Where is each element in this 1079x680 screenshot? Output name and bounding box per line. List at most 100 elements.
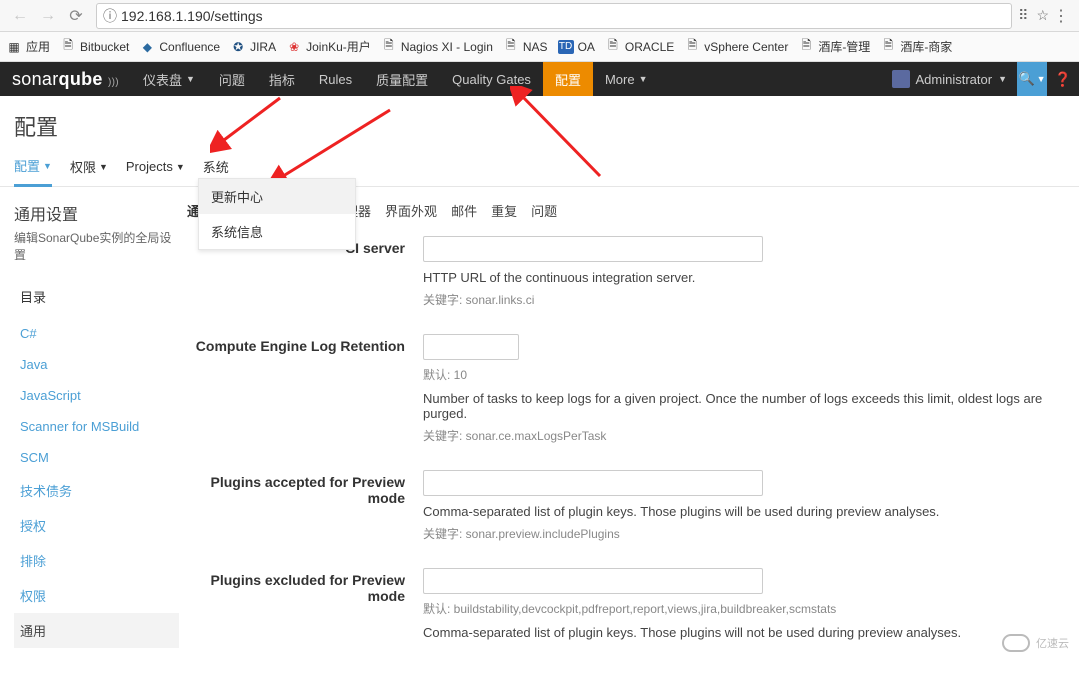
category-item[interactable]: 排除: [14, 543, 179, 578]
chevron-down-icon: ▼: [43, 161, 52, 171]
help-button[interactable]: ❓: [1047, 71, 1079, 88]
category-item[interactable]: 权限: [14, 578, 179, 613]
field-desc: Comma-separated list of plugin keys. Tho…: [423, 625, 1065, 640]
chevron-down-icon: ▼: [639, 74, 648, 84]
nav-admin[interactable]: 配置: [543, 62, 593, 96]
sonarqube-logo[interactable]: sonarqube ))): [0, 69, 131, 90]
nav-profiles[interactable]: 质量配置: [364, 62, 440, 96]
cloud-icon: [1002, 634, 1030, 652]
section-title: 通用设置: [14, 201, 179, 225]
page-icon: 🗎: [880, 39, 896, 55]
address-bar[interactable]: ⓘ 192.168.1.190/settings: [96, 3, 1012, 29]
field-default: 默认: 10: [423, 366, 1065, 383]
bookmark-item[interactable]: TDOA: [558, 40, 595, 54]
chevron-down-icon: ▼: [186, 74, 195, 84]
field-log-retention: Compute Engine Log Retention 默认: 10 Numb…: [187, 334, 1065, 444]
apps-button[interactable]: ▦应用: [6, 38, 50, 55]
sidebar: 通用设置 编辑SonarQube实例的全局设置 目录 C#JavaJavaScr…: [14, 201, 179, 666]
nav-more[interactable]: More▼: [593, 62, 660, 96]
nav-dashboard[interactable]: 仪表盘▼: [131, 62, 207, 96]
system-dropdown: 更新中心 系统信息: [198, 178, 356, 250]
bookmark-item[interactable]: 🗎Nagios XI - Login: [381, 39, 493, 55]
chevron-down-icon: ▼: [176, 162, 185, 172]
info-icon: ⓘ: [103, 6, 117, 26]
browser-toolbar: ← → ⟳ ⓘ 192.168.1.190/settings ⠿ ☆ ⋮: [0, 0, 1079, 32]
category-item[interactable]: 授权: [14, 508, 179, 543]
category-item[interactable]: Java: [14, 349, 179, 380]
field-key: 关键字: sonar.preview.includePlugins: [423, 525, 1065, 542]
field-plugins-exclude: Plugins excluded for Preview mode 默认: bu…: [187, 568, 1065, 640]
page-icon: 🗎: [798, 39, 814, 55]
url-text: 192.168.1.190/settings: [121, 8, 263, 24]
category-item[interactable]: SCM: [14, 442, 179, 473]
bookmarks-bar: ▦应用 🗎Bitbucket ◆Confluence ✪JIRA ❀JoinKu…: [0, 32, 1079, 62]
translate-icon[interactable]: ⠿: [1018, 7, 1028, 24]
bookmark-item[interactable]: 🗎酒库-商家: [880, 38, 952, 55]
browser-menu-icon[interactable]: ⋮: [1049, 6, 1073, 26]
category-item[interactable]: Scanner for MSBuild: [14, 411, 179, 442]
content: 通用设置 编辑SonarQube实例的全局设置 目录 C#JavaJavaScr…: [0, 187, 1079, 680]
subnav-projects[interactable]: Projects▼: [126, 156, 185, 186]
page-icon: 🗎: [503, 39, 519, 55]
nav-quality-gates[interactable]: Quality Gates: [440, 62, 543, 96]
category-item[interactable]: C#: [14, 318, 179, 349]
watermark: 亿速云: [1002, 634, 1069, 652]
settings-tab[interactable]: 邮件: [451, 201, 477, 220]
search-icon: 🔍: [1018, 71, 1034, 87]
bookmark-item[interactable]: ✪JIRA: [230, 39, 276, 55]
page-icon: ◆: [139, 39, 155, 55]
avatar: [892, 70, 910, 88]
field-desc: Comma-separated list of plugin keys. Tho…: [423, 504, 1065, 519]
dropdown-system-info[interactable]: 系统信息: [199, 214, 355, 249]
nav-rules[interactable]: Rules: [307, 62, 364, 96]
bookmark-item[interactable]: ◆Confluence: [139, 39, 220, 55]
nav-measures[interactable]: 指标: [257, 62, 307, 96]
category-list: C#JavaJavaScriptScanner for MSBuildSCM技术…: [14, 318, 179, 648]
page-icon: ✪: [230, 39, 246, 55]
bookmark-item[interactable]: 🗎vSphere Center: [684, 39, 788, 55]
dropdown-update-center[interactable]: 更新中心: [199, 179, 355, 214]
page-title: 配置: [0, 96, 1079, 148]
ci-server-input[interactable]: [423, 236, 763, 262]
field-key: 关键字: sonar.links.ci: [423, 291, 1065, 308]
bookmark-item[interactable]: 🗎NAS: [503, 39, 548, 55]
page-icon: 🗎: [605, 39, 621, 55]
subnav-security[interactable]: 权限▼: [70, 156, 108, 186]
search-button[interactable]: 🔍▼: [1017, 62, 1047, 96]
bookmark-item[interactable]: 🗎酒库-管理: [798, 38, 870, 55]
field-plugins-include: Plugins accepted for Preview mode Comma-…: [187, 470, 1065, 542]
user-menu[interactable]: Administrator ▼: [882, 70, 1018, 88]
forward-button[interactable]: →: [34, 3, 62, 29]
field-key: 关键字: sonar.ce.maxLogsPerTask: [423, 427, 1065, 444]
settings-tab[interactable]: 界面外观: [385, 201, 437, 220]
bookmark-item[interactable]: ❀JoinKu-用户: [286, 38, 371, 55]
settings-tab[interactable]: 重复: [491, 201, 517, 220]
category-item[interactable]: 通用: [14, 613, 179, 648]
chevron-down-icon: ▼: [99, 162, 108, 172]
field-label: Compute Engine Log Retention: [187, 334, 405, 444]
admin-subnav: 配置▼ 权限▼ Projects▼ 系统 更新中心 系统信息: [0, 148, 1079, 187]
log-retention-input[interactable]: [423, 334, 519, 360]
reload-button[interactable]: ⟳: [62, 3, 90, 29]
field-label: Plugins accepted for Preview mode: [187, 470, 405, 542]
category-item[interactable]: JavaScript: [14, 380, 179, 411]
star-icon[interactable]: ☆: [1036, 7, 1049, 24]
settings-tab[interactable]: 问题: [531, 201, 557, 220]
bookmark-item[interactable]: 🗎Bitbucket: [60, 39, 129, 55]
category-item[interactable]: 技术债务: [14, 473, 179, 508]
page-icon: 🗎: [381, 39, 397, 55]
nav-issues[interactable]: 问题: [207, 62, 257, 96]
page-icon: 🗎: [684, 39, 700, 55]
bookmark-item[interactable]: 🗎ORACLE: [605, 39, 674, 55]
help-icon: ❓: [1054, 71, 1071, 88]
app-navbar: sonarqube ))) 仪表盘▼ 问题 指标 Rules 质量配置 Qual…: [0, 62, 1079, 96]
plugins-include-input[interactable]: [423, 470, 763, 496]
category-heading: 目录: [14, 279, 179, 314]
chevron-down-icon: ▼: [998, 74, 1007, 84]
plugins-exclude-input[interactable]: [423, 568, 763, 594]
subnav-settings[interactable]: 配置▼: [14, 156, 52, 187]
field-desc: HTTP URL of the continuous integration s…: [423, 270, 1065, 285]
back-button[interactable]: ←: [6, 3, 34, 29]
field-desc: Number of tasks to keep logs for a given…: [423, 391, 1065, 421]
page-icon: TD: [558, 40, 574, 54]
